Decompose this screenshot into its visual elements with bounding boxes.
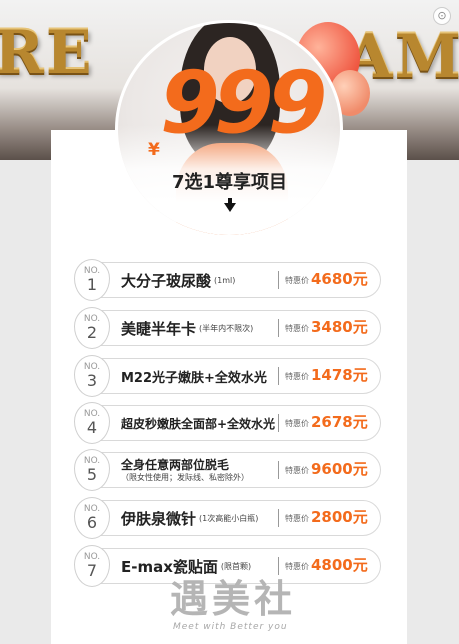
- discount-tag: 特惠价: [285, 466, 309, 475]
- item-price: 2678元: [311, 413, 368, 431]
- promo-subtitle: 7选1尊享项目: [171, 172, 288, 193]
- discount-tag: 特惠价: [285, 324, 309, 333]
- item-note: (1次高能小白瓶): [199, 513, 259, 523]
- item-title: 美睫半年卡: [121, 319, 197, 338]
- item-title: M22光子嫩肤+全效水光: [121, 370, 267, 386]
- item-name: 全身任意两部位脱毛 （限女性使用；发际线、私密除外）: [121, 453, 249, 487]
- item-name: 大分子玻尿酸 (1ml): [121, 263, 235, 297]
- item-number: 3: [86, 371, 98, 390]
- item-row-3[interactable]: NO. 3 M22光子嫩肤+全效水光 特惠价 1478元: [74, 355, 381, 397]
- item-row-1[interactable]: NO. 1 大分子玻尿酸 (1ml) 特惠价 4680元: [74, 259, 381, 301]
- balloon-letters-left: RE: [0, 18, 94, 88]
- item-title: 全身任意两部位脱毛: [121, 457, 230, 472]
- item-row-4[interactable]: NO. 4 超皮秒嫩肤全面部+全效水光 特惠价 2678元: [74, 402, 381, 444]
- item-price: 4800元: [311, 556, 368, 574]
- share-icon[interactable]: ⊙: [433, 7, 451, 25]
- item-name: 超皮秒嫩肤全面部+全效水光: [121, 406, 275, 440]
- divider: [278, 509, 279, 527]
- discount-tag: 特惠价: [285, 419, 309, 428]
- discount-tag: 特惠价: [285, 372, 309, 381]
- discount-tag: 特惠价: [285, 276, 309, 285]
- item-price: 9600元: [311, 460, 368, 478]
- item-price: 1478元: [311, 366, 368, 384]
- promo-price: 999: [160, 53, 328, 153]
- watermark-logo: 遇美社: [170, 577, 297, 621]
- item-name: M22光子嫩肤+全效水光: [121, 359, 267, 393]
- item-name: 伊肤泉微针 (1次高能小白瓶): [121, 501, 258, 535]
- item-note: （限女性使用；发际线、私密除外）: [121, 472, 249, 482]
- item-name: 美睫半年卡 (半年内不限次): [121, 311, 253, 345]
- number-badge: NO. 3: [74, 355, 110, 397]
- item-price: 3480元: [311, 318, 368, 336]
- arrow-down-icon: [224, 198, 236, 212]
- currency-symbol: ¥: [148, 140, 160, 160]
- item-price: 4680元: [311, 270, 368, 288]
- divider: [278, 271, 279, 289]
- item-title: 伊肤泉微针: [121, 509, 197, 528]
- item-note: (半年内不限次): [199, 323, 254, 333]
- item-row-5[interactable]: NO. 5 全身任意两部位脱毛 （限女性使用；发际线、私密除外） 特惠价 960…: [74, 449, 381, 491]
- number-badge: NO. 4: [74, 402, 110, 444]
- discount-tag: 特惠价: [285, 514, 309, 523]
- number-badge: NO. 2: [74, 307, 110, 349]
- divider: [278, 461, 279, 479]
- divider: [278, 414, 279, 432]
- divider: [278, 367, 279, 385]
- item-number: 2: [86, 323, 98, 342]
- item-price: 2800元: [311, 508, 368, 526]
- watermark-slogan: Meet with Better you: [173, 622, 288, 632]
- item-title: 超皮秒嫩肤全面部+全效水光: [121, 416, 276, 431]
- item-number: 4: [86, 418, 98, 437]
- divider: [278, 319, 279, 337]
- item-number: 1: [86, 275, 98, 294]
- item-title: 大分子玻尿酸: [121, 271, 212, 290]
- item-number: 5: [86, 465, 98, 484]
- item-row-2[interactable]: NO. 2 美睫半年卡 (半年内不限次) 特惠价 3480元: [74, 307, 381, 349]
- number-badge: NO. 5: [74, 449, 110, 491]
- number-badge: NO. 7: [74, 545, 110, 587]
- item-note: (1ml): [214, 275, 236, 285]
- item-number: 6: [86, 513, 98, 532]
- item-row-6[interactable]: NO. 6 伊肤泉微针 (1次高能小白瓶) 特惠价 2800元: [74, 497, 381, 539]
- number-badge: NO. 6: [74, 497, 110, 539]
- item-number: 7: [86, 561, 98, 580]
- number-badge: NO. 1: [74, 259, 110, 301]
